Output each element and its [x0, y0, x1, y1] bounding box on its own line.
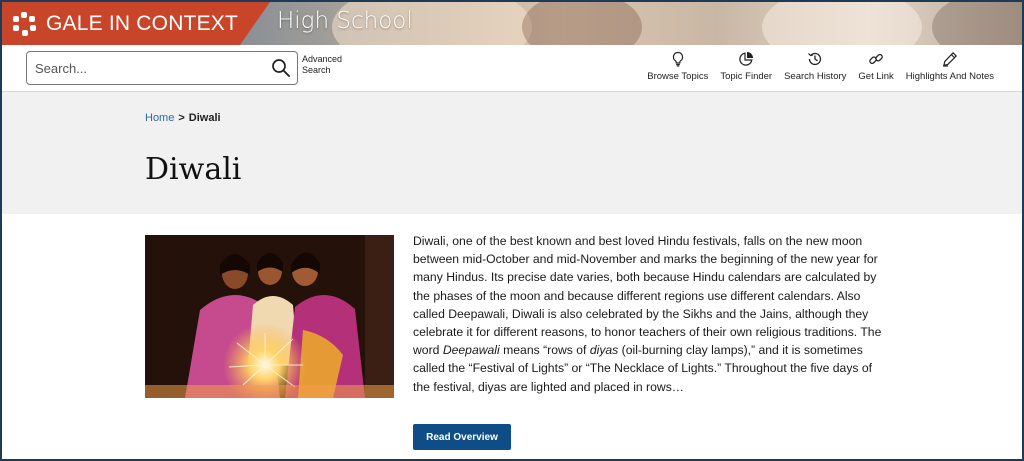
- overview-text-part: Diwali, one of the best known and best l…: [413, 234, 882, 358]
- overview-text: Diwali, one of the best known and best l…: [413, 232, 883, 396]
- lightbulb-icon: [672, 51, 683, 67]
- page-title: Diwali: [145, 152, 242, 187]
- pencil-icon: [942, 51, 957, 67]
- overview-text-part: means “rows of: [499, 343, 590, 358]
- browse-topics-button[interactable]: Browse Topics: [641, 51, 714, 82]
- overview-term-diyas: diyas: [589, 343, 619, 358]
- page-frame: GALE IN CONTEXT High School Advanced Sea…: [0, 0, 1024, 461]
- product-name[interactable]: High School: [277, 8, 413, 34]
- breadcrumb: Home > Diwali: [145, 112, 221, 124]
- get-link-label: Get Link: [858, 71, 894, 82]
- header-banner: GALE IN CONTEXT High School: [2, 2, 1022, 45]
- history-icon: [808, 52, 822, 66]
- search-history-button[interactable]: Search History: [778, 51, 852, 82]
- search-history-label: Search History: [784, 71, 847, 82]
- breadcrumb-separator: >: [178, 112, 185, 124]
- brand-name: GALE IN CONTEXT: [46, 11, 239, 35]
- link-icon: [869, 53, 883, 65]
- browse-topics-label: Browse Topics: [647, 71, 709, 82]
- pie-chart-icon: [739, 52, 754, 66]
- highlights-notes-button[interactable]: Highlights And Notes: [900, 51, 1000, 82]
- gale-logo-icon: [12, 12, 36, 36]
- toolbar-tools: Browse Topics Topic Finder Search Histor…: [641, 51, 1000, 82]
- topic-image: [145, 235, 394, 398]
- topic-photo-illustration: [145, 235, 394, 398]
- search-box: [26, 51, 298, 85]
- breadcrumb-current: Diwali: [188, 112, 221, 124]
- topic-finder-label: Topic Finder: [720, 71, 773, 82]
- read-overview-button[interactable]: Read Overview: [413, 424, 511, 450]
- title-region: Home > Diwali Diwali: [2, 92, 1022, 214]
- breadcrumb-home-link[interactable]: Home: [145, 112, 174, 124]
- toolbar: Advanced Search Browse Topics Topic Find…: [2, 45, 1022, 92]
- highlights-notes-label: Highlights And Notes: [905, 71, 994, 82]
- topic-finder-button[interactable]: Topic Finder: [714, 51, 778, 82]
- search-input[interactable]: [35, 60, 255, 76]
- overview-term-deepawali: Deepawali: [442, 343, 500, 358]
- brand-logo-link[interactable]: GALE IN CONTEXT: [2, 2, 270, 45]
- search-icon[interactable]: [271, 58, 291, 78]
- get-link-button[interactable]: Get Link: [852, 51, 899, 82]
- advanced-search-link[interactable]: Advanced Search: [302, 54, 350, 76]
